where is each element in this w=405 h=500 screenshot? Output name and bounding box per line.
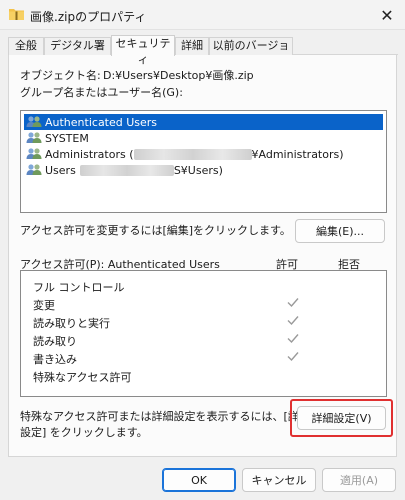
object-name-label: オブジェクト名: <box>20 69 101 82</box>
object-name-value: D:¥Users¥Desktop¥画像.zip <box>103 69 254 82</box>
groups-label: グループ名またはユーザー名(G): <box>20 86 183 99</box>
cancel-button[interactable]: キャンセル <box>242 468 316 492</box>
list-item-system[interactable]: SYSTEM <box>24 130 383 146</box>
users-group-icon <box>26 164 42 175</box>
list-item-administrators[interactable]: Administrators ( ¥Administrators) <box>24 146 383 162</box>
advanced-hint-line2: 設定] をクリックします。 <box>20 426 148 439</box>
tab-strip: 全般 デジタル署名 セキュリティ 詳細 以前のバージョン <box>8 35 398 68</box>
advanced-button[interactable]: 詳細設定(V) <box>297 406 386 430</box>
redacted-text <box>79 164 174 176</box>
checkmark-icon <box>287 352 299 362</box>
checkmark-icon <box>287 298 299 308</box>
users-group-icon <box>26 132 42 143</box>
permission-row-read-execute: 読み取りと実行 <box>33 313 373 331</box>
window-title: 画像.zipのプロパティ <box>30 10 147 24</box>
users-group-icon <box>26 148 42 159</box>
edit-hint: アクセス許可を変更するには[編集]をクリックします。 <box>20 224 291 237</box>
permission-row-read: 読み取り <box>33 331 373 349</box>
tab-general[interactable]: 全般 <box>8 37 44 55</box>
title-bar: 画像.zipのプロパティ ✕ <box>0 0 405 30</box>
redacted-text <box>133 148 252 160</box>
permission-row-full-control: フル コントロール <box>33 281 125 294</box>
close-icon: ✕ <box>380 5 394 25</box>
apply-button[interactable]: 適用(A) <box>322 468 396 492</box>
tab-security[interactable]: セキュリティ <box>111 35 175 66</box>
edit-button[interactable]: 編集(E)... <box>295 219 385 243</box>
tab-previous-versions[interactable]: 以前のバージョン <box>209 37 293 68</box>
close-button[interactable]: ✕ <box>369 0 405 30</box>
checkmark-icon <box>287 316 299 326</box>
zip-folder-icon <box>9 9 24 20</box>
checkmark-icon <box>287 334 299 344</box>
user-list[interactable]: Authenticated Users SYSTEM Administrator… <box>20 110 387 213</box>
tab-digital-signature[interactable]: デジタル署名 <box>44 37 111 68</box>
permissions-list: フル コントロール 変更 読み取りと実行 読み取り 書き込み 特殊なアクセス許可 <box>20 270 387 397</box>
permission-row-modify: 変更 <box>33 295 373 313</box>
list-item-authenticated-users[interactable]: Authenticated Users <box>24 114 383 130</box>
tab-details[interactable]: 詳細 <box>175 37 209 55</box>
permission-row-special: 特殊なアクセス許可 <box>33 371 132 384</box>
dialog-footer: OK キャンセル 適用(A) <box>0 460 405 500</box>
list-item-users[interactable]: Users S¥Users) <box>24 162 383 178</box>
permission-row-write: 書き込み <box>33 349 373 367</box>
advanced-hint-line1: 特殊なアクセス許可または詳細設定を表示するには、[詳細 <box>20 410 310 423</box>
users-group-icon <box>26 116 42 127</box>
ok-button[interactable]: OK <box>162 468 236 492</box>
